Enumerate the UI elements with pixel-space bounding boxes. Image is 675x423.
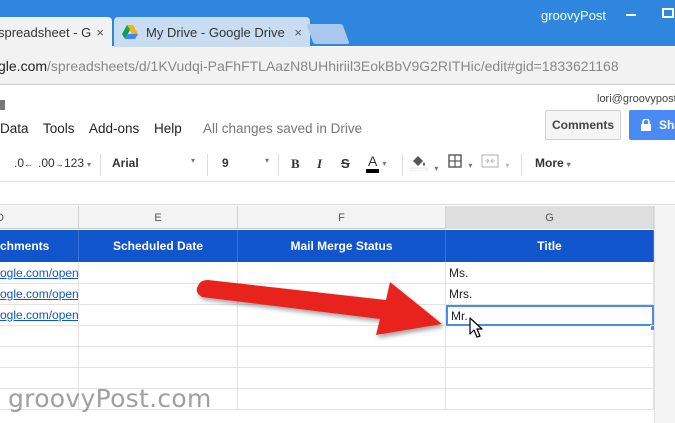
paint-bucket-icon bbox=[410, 156, 428, 172]
cell-d-row3[interactable]: ogle.com/open bbox=[0, 305, 79, 326]
url-text[interactable]: gle.com/spreadsheets/d/1KVudqi-PaFhFTLAa… bbox=[0, 58, 619, 74]
increase-decimal-button[interactable]: .00→ bbox=[38, 156, 64, 170]
comments-button[interactable]: Comments bbox=[545, 110, 621, 140]
font-family-dropdown[interactable]: Arial ▾ bbox=[112, 156, 196, 170]
column-header-row: D E F G bbox=[0, 206, 675, 229]
empty-cell[interactable] bbox=[238, 347, 446, 368]
toolbar-divider bbox=[402, 154, 403, 176]
column-header-e[interactable]: E bbox=[79, 206, 238, 229]
header-data-row: chments Scheduled Date Mail Merge Status… bbox=[0, 230, 654, 262]
italic-button[interactable]: I bbox=[317, 156, 322, 172]
url-path: /spreadsheets/d/1KVudqi-PaFhFTLAazN8UHhi… bbox=[47, 58, 619, 74]
red-arrow-annotation bbox=[196, 280, 442, 335]
empty-cell[interactable] bbox=[238, 368, 446, 389]
lock-icon bbox=[641, 119, 651, 131]
chevron-down-icon: ▾ bbox=[382, 159, 387, 168]
font-family-value: Arial bbox=[112, 156, 139, 170]
toolbar-divider bbox=[278, 154, 279, 176]
merge-cells-button[interactable]: ▾ bbox=[481, 154, 509, 171]
cell-g-row1[interactable]: Ms. bbox=[446, 263, 654, 284]
header-cell-scheduled-date[interactable]: Scheduled Date bbox=[79, 230, 238, 262]
toolbar-divider bbox=[207, 154, 208, 176]
merge-cells-icon bbox=[481, 154, 499, 168]
sheets-header: Data Tools Add-ons Help All changes save… bbox=[0, 86, 675, 146]
cell-d-row2[interactable]: ogle.com/open bbox=[0, 284, 79, 305]
toolbar-divider bbox=[100, 154, 101, 176]
menu-add-ons[interactable]: Add-ons bbox=[89, 121, 139, 136]
tab-my-drive[interactable]: My Drive - Google Drive × bbox=[114, 17, 310, 47]
chevron-down-icon: ▾ bbox=[566, 160, 571, 169]
share-label: Sha bbox=[659, 118, 675, 132]
menu-tools[interactable]: Tools bbox=[43, 121, 75, 136]
column-header-g[interactable]: G bbox=[446, 206, 654, 229]
chevron-down-icon: ▾ bbox=[191, 156, 196, 165]
tab-spreadsheet[interactable]: spreadsheet - G × bbox=[0, 17, 112, 47]
vertical-scrollbar[interactable] bbox=[654, 206, 675, 423]
empty-cell[interactable] bbox=[238, 389, 446, 410]
more-dropdown[interactable]: More ▾ bbox=[535, 156, 571, 170]
more-label: More bbox=[535, 156, 564, 170]
chevron-down-icon: ▾ bbox=[434, 164, 439, 173]
font-size-value: 9 bbox=[222, 156, 229, 170]
sheets-logo-edge bbox=[0, 100, 5, 110]
number-format-dropdown[interactable]: 123 ▾ bbox=[64, 156, 91, 170]
empty-cell[interactable] bbox=[446, 347, 654, 368]
text-color-button[interactable]: A ▾ bbox=[366, 153, 387, 173]
empty-cell[interactable] bbox=[446, 368, 654, 389]
font-size-dropdown[interactable]: 9 ▾ bbox=[222, 156, 272, 170]
close-tab-icon[interactable]: × bbox=[96, 25, 104, 40]
number-format-label: 123 bbox=[64, 156, 85, 170]
chevron-down-icon: ▾ bbox=[505, 161, 510, 170]
account-email[interactable]: lori@groovypost bbox=[597, 93, 675, 105]
column-header-f[interactable]: F bbox=[238, 206, 446, 229]
fill-color-button[interactable]: ▾ bbox=[410, 153, 438, 174]
tab-label: spreadsheet - G bbox=[0, 24, 92, 40]
maximize-icon[interactable] bbox=[662, 8, 674, 18]
empty-cell[interactable] bbox=[79, 347, 238, 368]
empty-cell[interactable] bbox=[0, 347, 79, 368]
cell-g-row2[interactable]: Mrs. bbox=[446, 284, 654, 305]
mouse-pointer-icon bbox=[469, 317, 483, 338]
minimize-icon[interactable] bbox=[626, 6, 636, 16]
share-button[interactable]: Sha bbox=[629, 110, 675, 140]
new-tab-button[interactable] bbox=[306, 24, 350, 44]
header-cell-attachments[interactable]: chments bbox=[0, 230, 79, 262]
header-cell-mail-merge-status[interactable]: Mail Merge Status bbox=[238, 230, 446, 262]
decrease-decimal-button[interactable]: .0← bbox=[14, 156, 33, 170]
borders-button[interactable]: ▾ bbox=[448, 154, 472, 171]
profile-name[interactable]: groovyPost bbox=[541, 8, 606, 23]
menu-help[interactable]: Help bbox=[154, 121, 182, 136]
header-cell-title[interactable]: Title bbox=[446, 230, 654, 262]
chevron-down-icon: ▾ bbox=[87, 160, 92, 169]
empty-cell[interactable] bbox=[446, 389, 654, 410]
chevron-down-icon: ▾ bbox=[265, 156, 270, 165]
close-tab-icon[interactable]: × bbox=[294, 25, 302, 40]
browser-titlebar: spreadsheet - G × My Drive - Google Driv… bbox=[0, 0, 675, 47]
watermark: groovyPost.com bbox=[8, 384, 212, 413]
strikethrough-button[interactable]: S bbox=[341, 156, 350, 171]
cell-d-row1[interactable]: ogle.com/open bbox=[0, 263, 79, 284]
formatting-toolbar: .0← .00→ 123 ▾ Arial ▾ 9 ▾ B I S A ▾ ▾ ▾ ▾ M… bbox=[0, 146, 675, 182]
text-color-label: A bbox=[366, 153, 380, 173]
increase-decimal-label: .00 bbox=[38, 156, 55, 170]
url-host: gle.com bbox=[0, 58, 48, 74]
save-status[interactable]: All changes saved in Drive bbox=[203, 121, 362, 136]
column-header-d[interactable]: D bbox=[0, 206, 79, 229]
borders-icon bbox=[448, 154, 462, 168]
chevron-down-icon: ▾ bbox=[468, 161, 473, 170]
tab-label: My Drive - Google Drive bbox=[146, 24, 285, 40]
decrease-decimal-label: .0 bbox=[14, 156, 25, 170]
google-drive-icon bbox=[122, 25, 138, 39]
bold-button[interactable]: B bbox=[291, 156, 300, 172]
menu-data[interactable]: Data bbox=[0, 121, 29, 136]
address-bar[interactable]: gle.com/spreadsheets/d/1KVudqi-PaFhFTLAa… bbox=[0, 47, 675, 85]
empty-cell[interactable] bbox=[0, 326, 79, 347]
toolbar-divider bbox=[521, 154, 522, 176]
formula-bar[interactable] bbox=[0, 183, 675, 205]
